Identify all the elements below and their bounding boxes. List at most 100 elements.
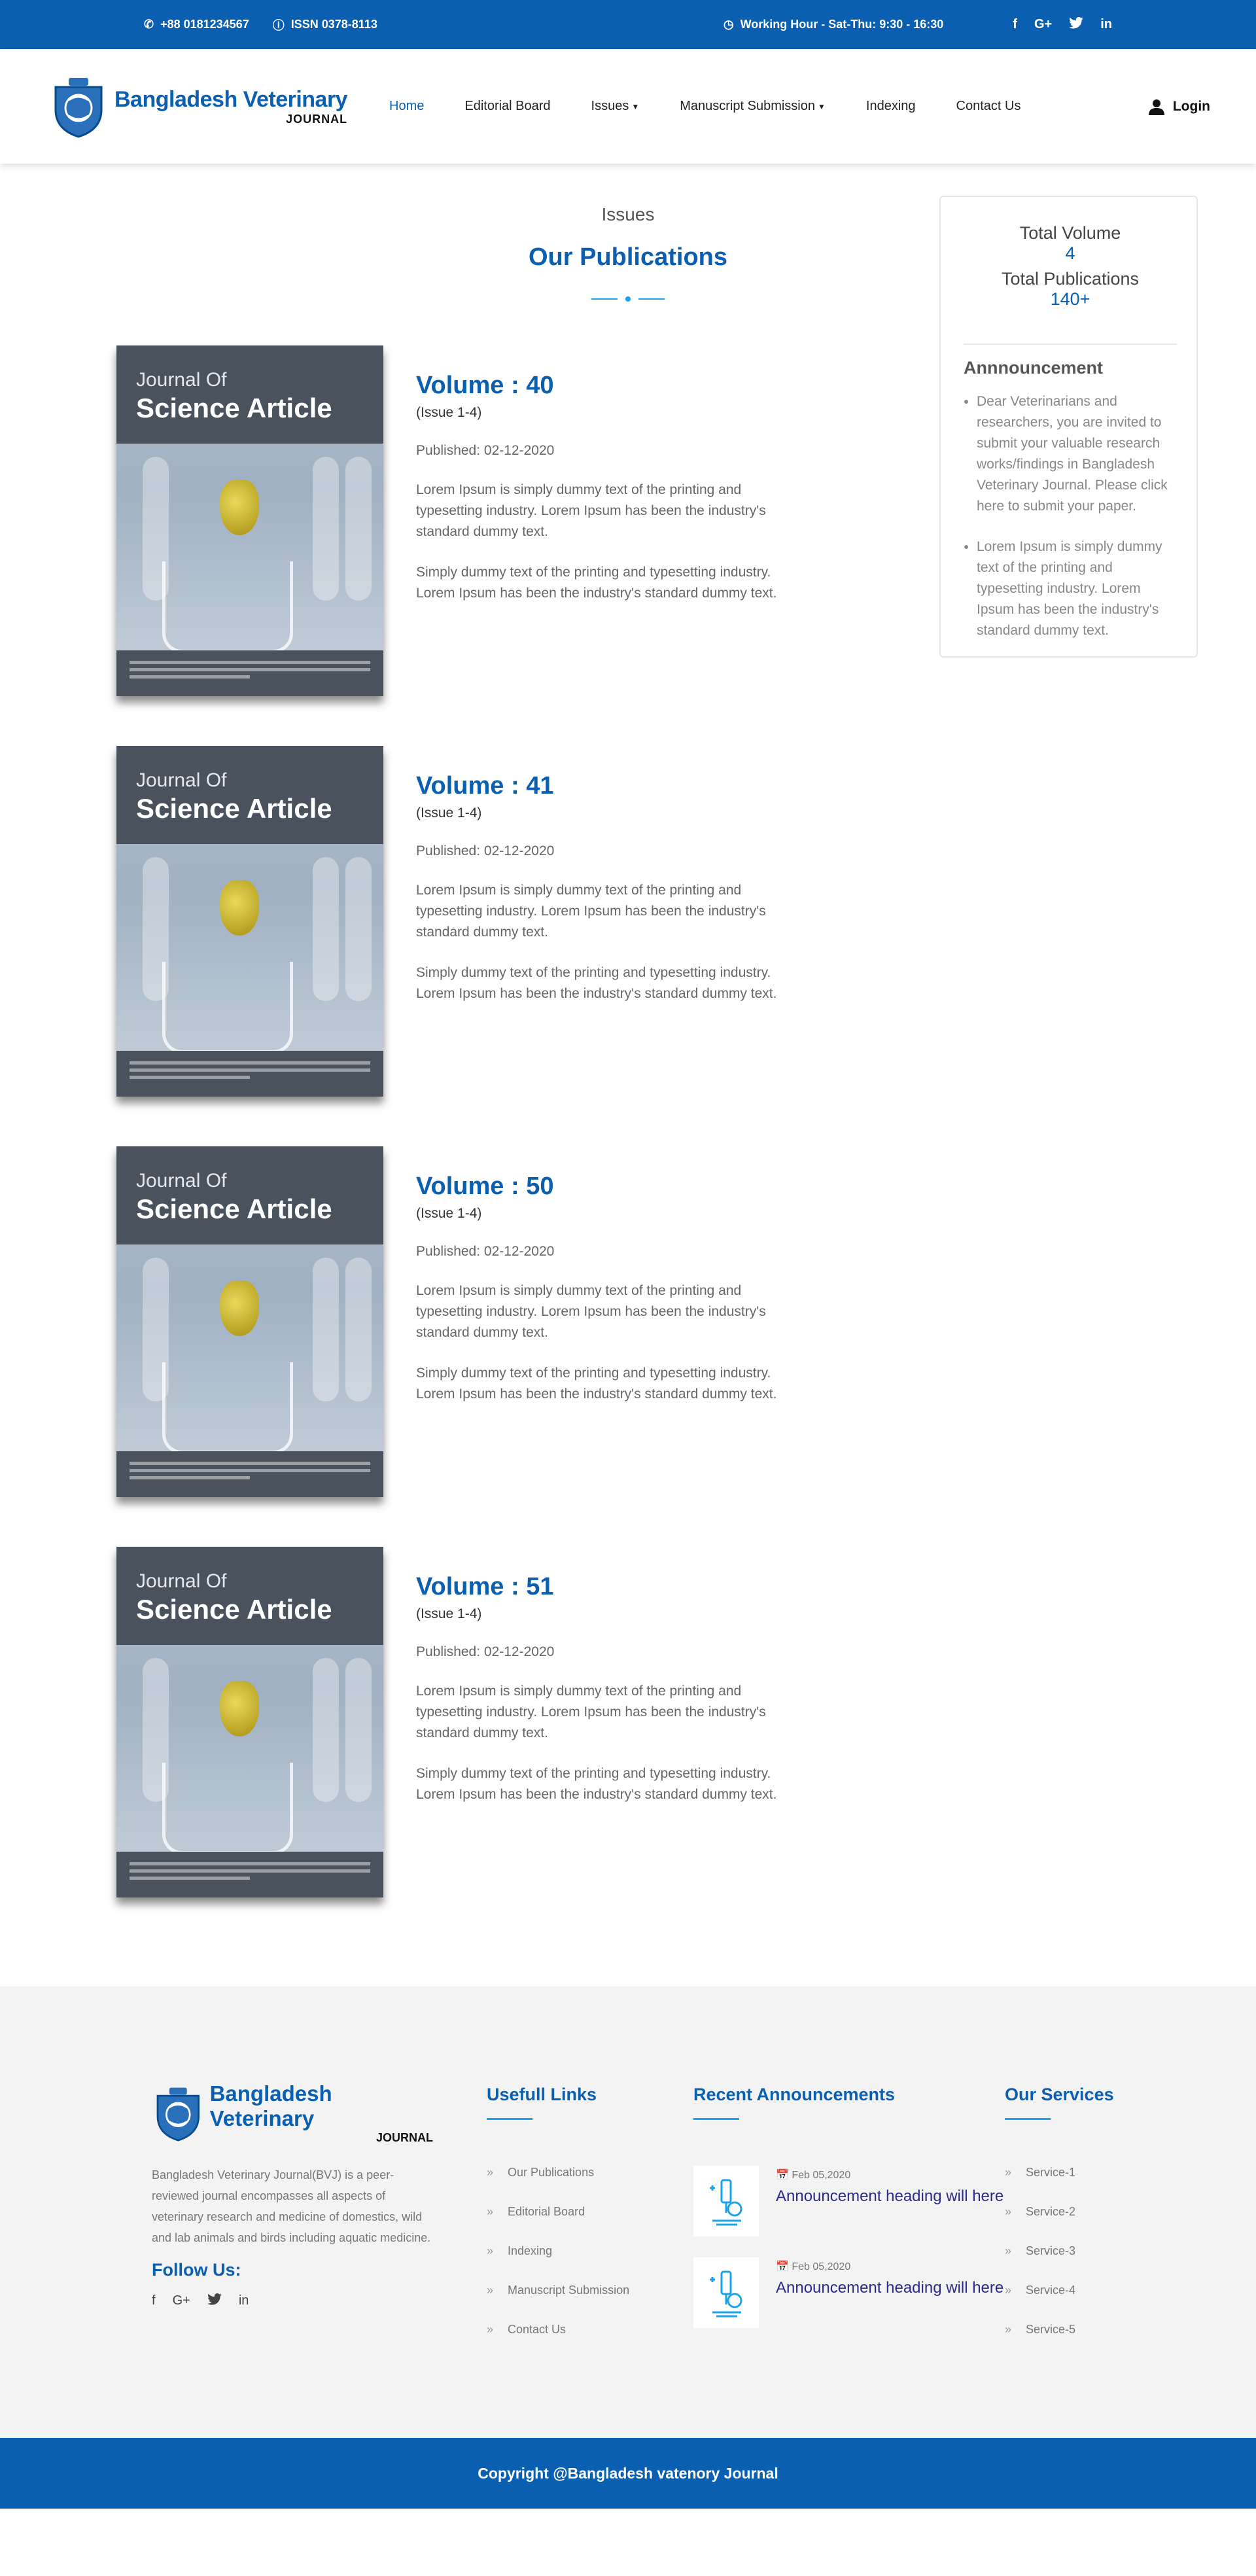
service-link[interactable]: » Service-3 [1005, 2244, 1114, 2284]
footer-link[interactable]: » Manuscript Submission [487, 2284, 629, 2323]
chevron-double-right-icon: » [487, 2284, 494, 2297]
volume-description: Lorem Ipsum is simply dummy text of the … [416, 883, 766, 940]
announcement-item[interactable]: Dear Veterinarians and researchers, you … [977, 391, 1177, 517]
chevron-double-right-icon: » [1005, 2284, 1012, 2297]
site-logo[interactable]: Bangladesh Veterinary JOURNAL [49, 74, 389, 139]
footer-link[interactable]: » Indexing [487, 2244, 629, 2284]
caret-down-icon: ▼ [818, 101, 826, 111]
nav-indexing[interactable]: Indexing [866, 99, 916, 114]
volume-title[interactable]: Volume : 50 [416, 1173, 809, 1201]
stats-sidebar: Total Volume 4 Total Publications 140+ A… [939, 196, 1198, 658]
service-link[interactable]: » Service-1 [1005, 2166, 1114, 2205]
footer-link[interactable]: » Editorial Board [487, 2205, 629, 2244]
working-hours-text: Working Hour - Sat-Thu: 9:30 - 16:30 [740, 18, 944, 31]
nav-contact-us[interactable]: Contact Us [956, 99, 1021, 114]
google-plus-icon[interactable]: G+ [173, 2293, 190, 2309]
service-link[interactable]: » Service-4 [1005, 2284, 1114, 2323]
services-list: » Service-1 » Service-2 » Service-3 » Servic… [1005, 2166, 1114, 2362]
footer-services-column: Our Services » Service-1 » Service-2 » Serv… [1005, 2085, 1114, 2362]
footer-link-label: Manuscript Submission [508, 2284, 630, 2297]
footer-brand-subtitle: JOURNAL [375, 2131, 433, 2144]
issn-number: ISSN 0378-8113 [290, 18, 377, 31]
login-button[interactable]: Login [1148, 98, 1210, 115]
volume-description-2: Simply dummy text of the printing and ty… [416, 565, 777, 601]
top-info-bar: ✆ +88 0181234567 ⓘ ISSN 0378-8113 ◷ Work… [0, 0, 1256, 49]
volume-title[interactable]: Volume : 51 [416, 1573, 809, 1601]
nav-manuscript-submission[interactable]: Manuscript Submission ▼ [680, 99, 826, 114]
volume-issue: (Issue 1-4) [416, 1606, 482, 1621]
linkedin-icon[interactable]: in [1100, 17, 1112, 32]
info-icon: ⓘ [272, 18, 285, 32]
main-navbar: Bangladesh Veterinary JOURNAL Home Edito… [0, 49, 1256, 164]
footer-links-column: Usefull Links » Our Publications » Editori… [487, 2085, 629, 2362]
footer-link-label: Our Publications [508, 2166, 595, 2179]
facebook-icon[interactable]: f [1013, 17, 1017, 32]
facebook-icon[interactable]: f [152, 2293, 156, 2309]
copyright-bar: Copyright @Bangladesh vatenory Journal [0, 2438, 1256, 2509]
announcement-title: Annnouncement [964, 358, 1103, 378]
footer-description: Bangladesh Veterinary Journal(BVJ) is a … [152, 2168, 431, 2244]
service-label: Service-4 [1026, 2284, 1076, 2297]
footer-links-title: Usefull Links [487, 2085, 597, 2104]
cover-line2: Science Article [136, 393, 332, 423]
nav-manuscript-label: Manuscript Submission [680, 99, 815, 113]
user-icon [1148, 99, 1164, 115]
chevron-double-right-icon: » [487, 2166, 494, 2179]
recent-announcement-item[interactable]: 📅 Feb 05,2020 Announcement heading will … [693, 2257, 1003, 2328]
copyright-text: Copyright @Bangladesh vatenory Journal [478, 2464, 778, 2482]
twitter-icon[interactable] [207, 2293, 222, 2309]
footer-link[interactable]: » Contact Us [487, 2323, 629, 2362]
volume-description-2: Simply dummy text of the printing and ty… [416, 1766, 777, 1802]
service-link[interactable]: » Service-5 [1005, 2323, 1114, 2362]
divider-line [591, 298, 618, 300]
announcement-date-text: Feb 05,2020 [792, 2261, 851, 2272]
service-link[interactable]: » Service-2 [1005, 2205, 1114, 2244]
journal-cover-image[interactable]: Journal Of Science Article [116, 345, 383, 696]
footer-logo[interactable]: Bangladesh Veterinary JOURNAL [152, 2081, 433, 2145]
twitter-icon[interactable] [1069, 16, 1084, 33]
title-underline [487, 2118, 532, 2120]
volume-description: Lorem Ipsum is simply dummy text of the … [416, 1283, 766, 1340]
recent-announcement-item[interactable]: 📅 Feb 05,2020 Announcement heading will … [693, 2166, 1003, 2236]
service-label: Service-2 [1026, 2205, 1076, 2218]
chevron-double-right-icon: » [1005, 2323, 1012, 2336]
cover-line2: Science Article [136, 793, 332, 824]
announcement-heading[interactable]: Announcement heading will here [776, 2277, 1003, 2299]
sidebar-divider [964, 344, 1177, 345]
title-underline [693, 2118, 739, 2120]
nav-issues[interactable]: Issues ▼ [591, 99, 640, 114]
publications-main: Journal Of Science Article Volume : 40 (I… [0, 196, 1256, 1986]
chevron-double-right-icon: » [1005, 2205, 1012, 2218]
services-title: Our Services [1005, 2085, 1114, 2104]
google-plus-icon[interactable]: G+ [1034, 17, 1052, 32]
footer-link[interactable]: » Our Publications [487, 2166, 629, 2205]
working-hours: ◷ Working Hour - Sat-Thu: 9:30 - 16:30 [724, 18, 943, 31]
total-publications-value: 140+ [1050, 289, 1090, 309]
footer-links-list: » Our Publications » Editorial Board » Inde… [487, 2166, 629, 2362]
phone-number: +88 0181234567 [160, 18, 249, 31]
volume-card: Journal Of Science Article Volume : 51 (I… [116, 1547, 810, 1900]
login-label: Login [1172, 98, 1210, 114]
announcement-date-text: Feb 05,2020 [792, 2170, 851, 2181]
journal-cover-image[interactable]: Journal Of Science Article [116, 746, 383, 1097]
volume-title[interactable]: Volume : 40 [416, 372, 809, 400]
nav-editorial-board[interactable]: Editorial Board [464, 99, 550, 114]
nav-home[interactable]: Home [389, 99, 424, 114]
recent-announcements-title: Recent Announcements [693, 2085, 896, 2104]
volume-description: Lorem Ipsum is simply dummy text of the … [416, 1684, 766, 1740]
phone-icon: ✆ [144, 18, 154, 31]
volume-title[interactable]: Volume : 41 [416, 772, 809, 800]
volume-card: Journal Of Science Article Volume : 41 (I… [116, 746, 810, 1099]
follow-us-title: Follow Us: [152, 2260, 241, 2280]
chevron-double-right-icon: » [487, 2244, 494, 2257]
journal-cover-image[interactable]: Journal Of Science Article [116, 1547, 383, 1897]
footer-about: Bangladesh Veterinary JOURNAL Bangladesh… [152, 2081, 433, 2309]
linkedin-icon[interactable]: in [239, 2293, 249, 2309]
announcement-date: 📅 Feb 05,2020 [776, 2170, 851, 2181]
announcement-heading[interactable]: Announcement heading will here [776, 2185, 1003, 2208]
volume-card: Journal Of Science Article Volume : 40 (I… [116, 345, 810, 699]
journal-cover-image[interactable]: Journal Of Science Article [116, 1146, 383, 1497]
service-label: Service-3 [1026, 2244, 1076, 2257]
volume-published-date: Published: 02-12-2020 [416, 443, 555, 458]
cover-line1: Journal Of [136, 1170, 227, 1191]
